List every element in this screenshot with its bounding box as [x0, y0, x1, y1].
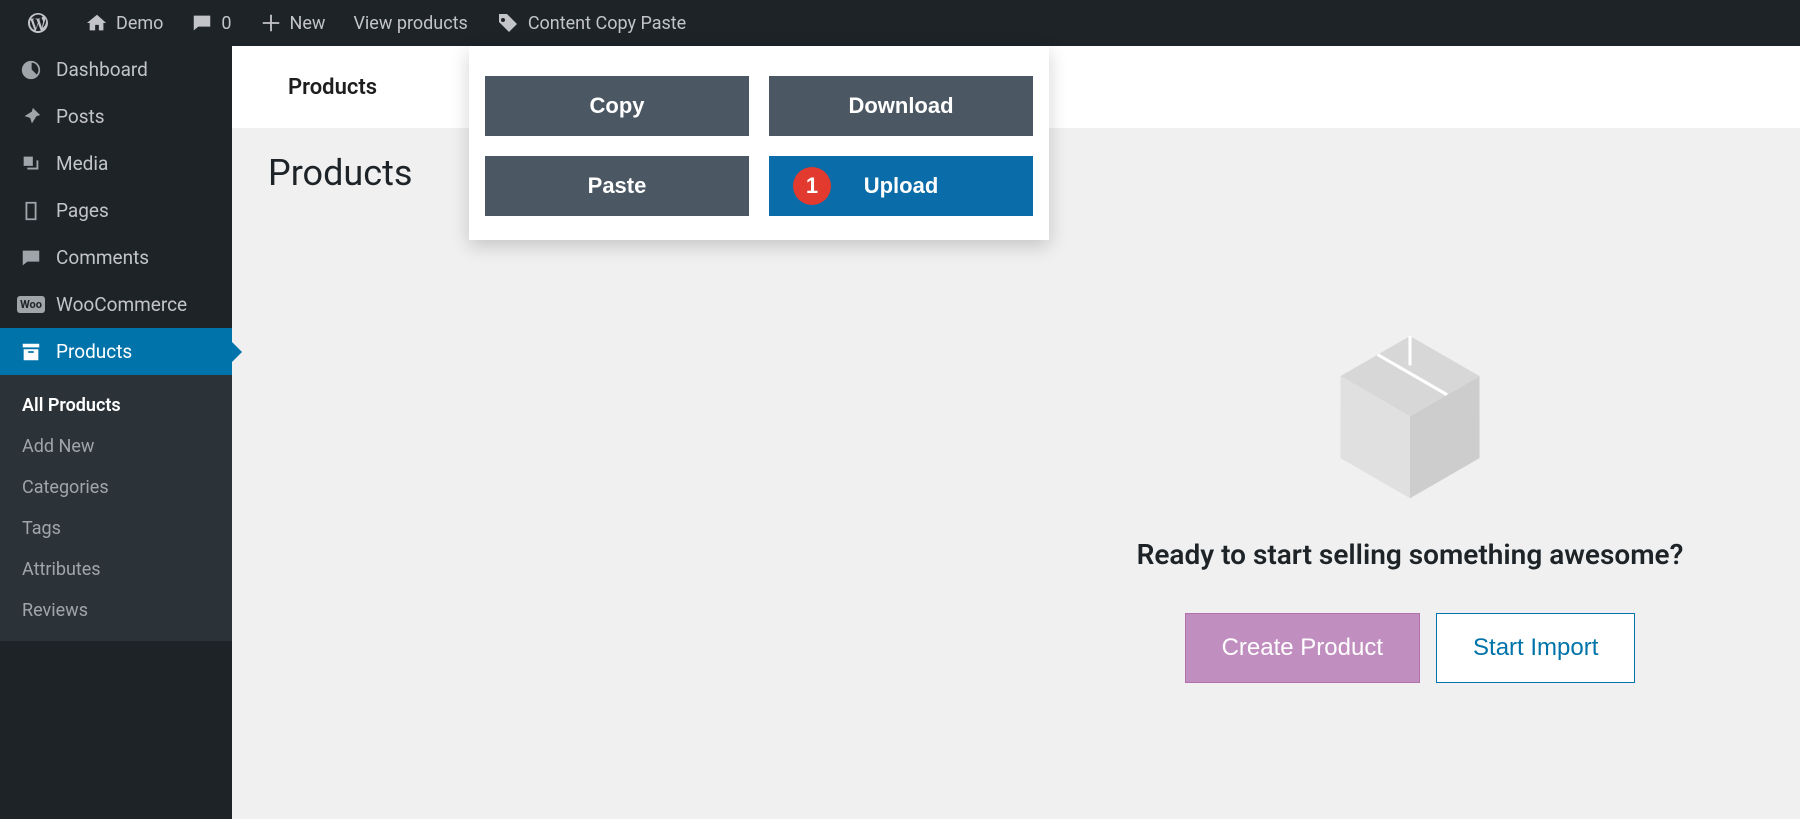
- pin-icon: [18, 106, 44, 128]
- upload-button[interactable]: 1 Upload: [769, 156, 1033, 216]
- view-products-label: View products: [353, 13, 467, 34]
- view-products-link[interactable]: View products: [339, 0, 481, 46]
- submenu-reviews[interactable]: Reviews: [0, 590, 232, 631]
- sidebar-label: Comments: [56, 246, 149, 269]
- tab-products[interactable]: Products: [288, 75, 377, 100]
- sidebar-label: Pages: [56, 199, 109, 222]
- comments-count: 0: [221, 13, 231, 34]
- submenu-attributes[interactable]: Attributes: [0, 549, 232, 590]
- sidebar-item-woocommerce[interactable]: Woo WooCommerce: [0, 281, 232, 328]
- empty-heading: Ready to start selling something awesome…: [1090, 538, 1730, 571]
- copy-paste-label: Content Copy Paste: [528, 13, 686, 34]
- content-copy-paste-menu[interactable]: Content Copy Paste: [482, 0, 700, 46]
- sidebar-item-pages[interactable]: Pages: [0, 187, 232, 234]
- plus-icon: [260, 12, 282, 34]
- sidebar-item-dashboard[interactable]: Dashboard: [0, 46, 232, 93]
- woocommerce-icon: Woo: [18, 296, 44, 313]
- comments-link[interactable]: 0: [177, 0, 245, 46]
- archive-icon: [18, 341, 44, 363]
- sidebar-label: Media: [56, 152, 108, 175]
- sidebar-label: Dashboard: [56, 58, 148, 81]
- submenu-tags[interactable]: Tags: [0, 508, 232, 549]
- sidebar-item-media[interactable]: Media: [0, 140, 232, 187]
- empty-actions: Create Product Start Import: [1090, 613, 1730, 683]
- submenu-add-new[interactable]: Add New: [0, 426, 232, 467]
- site-name-label: Demo: [116, 13, 163, 34]
- sidebar-label: Posts: [56, 105, 105, 128]
- sidebar-label: Products: [56, 340, 132, 363]
- step-badge: 1: [793, 167, 831, 205]
- site-home[interactable]: Demo: [72, 0, 177, 46]
- wp-logo[interactable]: [12, 0, 72, 46]
- new-content[interactable]: New: [246, 0, 340, 46]
- box-icon: [1330, 336, 1490, 506]
- sidebar-item-products[interactable]: Products: [0, 328, 232, 375]
- admin-bar: Demo 0 New View products Content Copy Pa…: [0, 0, 1800, 46]
- sidebar-submenu-products: All Products Add New Categories Tags Att…: [0, 375, 232, 641]
- upload-label: Upload: [864, 173, 939, 199]
- home-icon: [86, 12, 108, 34]
- sidebar-label: WooCommerce: [56, 293, 187, 316]
- empty-state: Ready to start selling something awesome…: [1090, 336, 1730, 683]
- download-button[interactable]: Download: [769, 76, 1033, 136]
- comment-icon: [191, 12, 213, 34]
- pages-icon: [18, 200, 44, 222]
- copy-button[interactable]: Copy: [485, 76, 749, 136]
- sidebar-item-comments[interactable]: Comments: [0, 234, 232, 281]
- media-icon: [18, 153, 44, 175]
- sidebar-item-posts[interactable]: Posts: [0, 93, 232, 140]
- new-label: New: [290, 13, 326, 34]
- admin-sidebar: Dashboard Posts Media Pages Comments Woo…: [0, 46, 232, 819]
- submenu-categories[interactable]: Categories: [0, 467, 232, 508]
- submenu-all-products[interactable]: All Products: [0, 385, 232, 426]
- comment-icon: [18, 247, 44, 269]
- dashboard-icon: [18, 59, 44, 81]
- create-product-button[interactable]: Create Product: [1185, 613, 1420, 683]
- copy-paste-dropdown: Copy Download Paste 1 Upload: [469, 46, 1049, 240]
- wordpress-icon: [26, 11, 50, 35]
- start-import-button[interactable]: Start Import: [1436, 613, 1635, 683]
- tag-icon: [496, 11, 520, 35]
- paste-button[interactable]: Paste: [485, 156, 749, 216]
